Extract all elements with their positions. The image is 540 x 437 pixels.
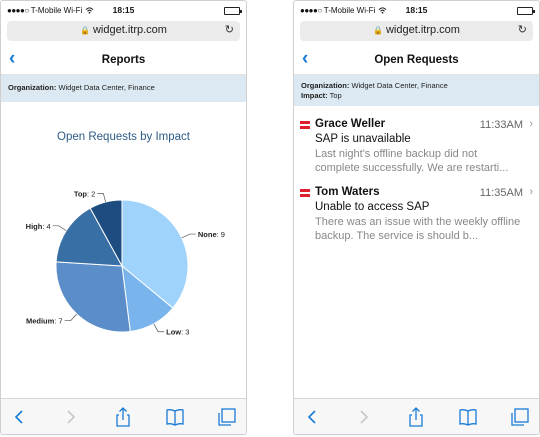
pie-leader-line <box>97 193 106 203</box>
navigation-bar: ‹ Open Requests <box>294 45 539 75</box>
pie-data-label: None: 9 <box>198 230 225 239</box>
request-time: 11:35AM <box>479 187 523 199</box>
page-title: Reports <box>101 54 146 66</box>
organization-value: Widget Data Center, Finance <box>58 83 155 92</box>
status-bar: ●●●●○ T-Mobile Wi-Fi 18:15 <box>294 1 539 21</box>
pie-data-label: Low: 3 <box>166 328 189 337</box>
back-icon[interactable] <box>302 406 324 428</box>
impact-value: Top <box>329 91 342 100</box>
requester-name: Grace Weller <box>315 118 386 130</box>
pie-leader-line <box>64 313 78 322</box>
request-subject: SAP is unavailable <box>315 133 411 145</box>
priority-icon <box>300 189 310 192</box>
pie-slice-medium[interactable] <box>55 261 131 333</box>
url-bar[interactable]: 🔒 widget.itrp.com ↻ <box>7 21 240 41</box>
organization-value: Widget Data Center, Finance <box>351 81 448 90</box>
reload-icon[interactable]: ↻ <box>225 23 234 36</box>
reports-phone-screen: ●●●●○ T-Mobile Wi-Fi 18:15 🔒 widget.itrp.… <box>0 0 247 435</box>
request-list-item[interactable]: Grace Weller 11:33AM › SAP is unavailabl… <box>294 111 539 179</box>
share-icon[interactable] <box>112 406 134 428</box>
chevron-right-icon: › <box>529 118 533 130</box>
status-time: 18:15 <box>112 5 135 15</box>
navigation-bar: ‹ Reports <box>1 45 246 75</box>
share-icon[interactable] <box>405 406 427 428</box>
impact-filter: Impact: Top <box>301 91 532 101</box>
chart-title: Open Requests by Impact <box>57 131 190 143</box>
lock-icon: 🔒 <box>373 26 383 35</box>
request-subject: Unable to access SAP <box>315 201 430 213</box>
impact-pie-chart: None: 9 Low: 3 Medium: 7 High: 4 Top: 2 <box>26 189 225 337</box>
url-display[interactable]: 🔒 widget.itrp.com <box>300 24 533 36</box>
priority-icon <box>300 121 310 124</box>
battery-icon <box>224 7 242 15</box>
reload-icon[interactable]: ↻ <box>518 23 527 36</box>
organization-label: Organization: <box>301 81 350 90</box>
chevron-right-icon: › <box>529 186 533 198</box>
back-icon[interactable] <box>9 406 31 428</box>
pie-leader-line <box>181 233 196 239</box>
page-title: Open Requests <box>374 54 459 66</box>
tabs-icon[interactable] <box>509 406 531 428</box>
status-bar: ●●●●○ T-Mobile Wi-Fi 18:15 <box>1 1 246 21</box>
filter-bar: Organization: Widget Data Center, Financ… <box>294 75 539 106</box>
url-display[interactable]: 🔒 widget.itrp.com <box>7 24 240 36</box>
battery-icon <box>517 7 535 15</box>
open-requests-phone-screen: ●●●●○ T-Mobile Wi-Fi 18:15 🔒 widget.itrp.… <box>293 0 540 435</box>
lock-icon: 🔒 <box>80 26 90 35</box>
url-text: widget.itrp.com <box>92 24 167 36</box>
request-preview: Last night's offline backup did not comp… <box>315 148 509 174</box>
bookmarks-icon[interactable] <box>164 406 186 428</box>
pie-leader-line <box>153 323 165 333</box>
priority-icon-bar <box>300 194 310 197</box>
priority-icon-bar <box>300 126 310 129</box>
request-preview: There was an issue with the weekly offli… <box>315 216 521 242</box>
request-list-item[interactable]: Tom Waters 11:35AM › Unable to access SA… <box>294 179 539 247</box>
pie-data-label: Top: 2 <box>74 189 96 198</box>
organization-label: Organization: <box>8 83 57 92</box>
url-bar[interactable]: 🔒 widget.itrp.com ↻ <box>300 21 533 41</box>
requester-name: Tom Waters <box>315 186 380 198</box>
impact-label: Impact: <box>301 91 328 100</box>
pie-data-label: Medium: 7 <box>26 317 63 326</box>
request-list: Grace Weller 11:33AM › SAP is unavailabl… <box>294 111 539 247</box>
request-time: 11:33AM <box>479 119 523 131</box>
browser-toolbar <box>294 398 539 434</box>
forward-icon <box>352 406 374 428</box>
organization-filter: Organization: Widget Data Center, Financ… <box>301 81 532 91</box>
pie-data-label: High: 4 <box>26 222 51 231</box>
url-text: widget.itrp.com <box>385 24 460 36</box>
browser-toolbar <box>1 398 246 434</box>
forward-icon <box>59 406 81 428</box>
filter-bar: Organization: Widget Data Center, Financ… <box>1 75 246 102</box>
tabs-icon[interactable] <box>216 406 238 428</box>
bookmarks-icon[interactable] <box>457 406 479 428</box>
pie-leader-line <box>52 225 67 231</box>
status-time: 18:15 <box>405 5 428 15</box>
